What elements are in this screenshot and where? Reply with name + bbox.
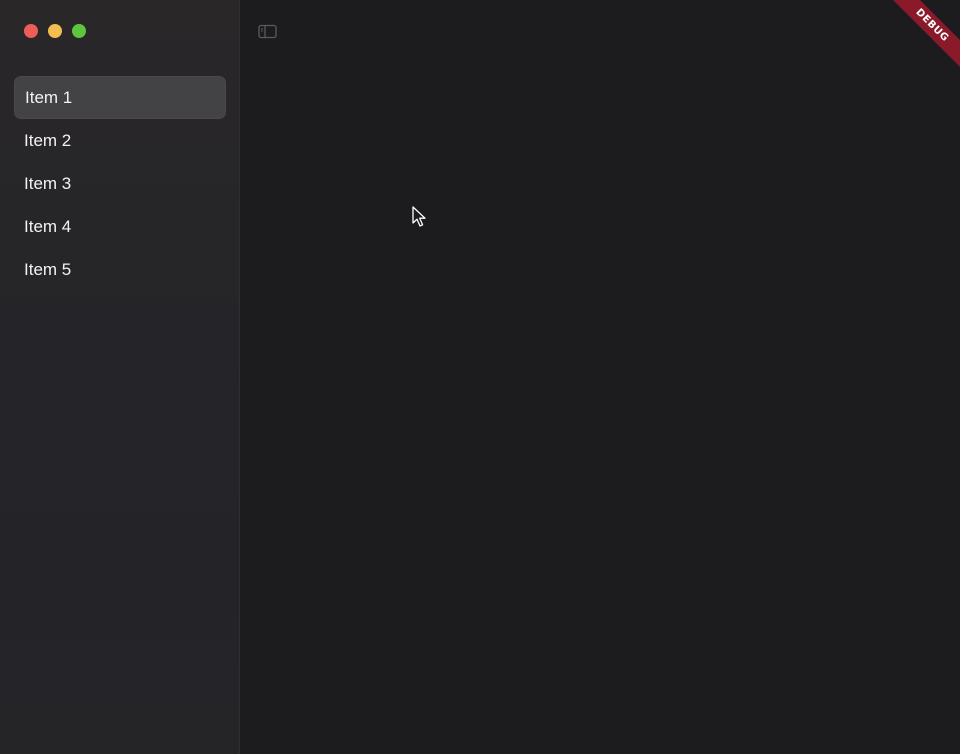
sidebar-item-label: Item 1 [25, 87, 73, 107]
debug-banner: DEBUG [890, 0, 960, 70]
sidebar-item-label: Item 2 [24, 130, 72, 150]
mouse-cursor-icon [412, 206, 426, 227]
sidebar-toggle-icon [258, 24, 277, 39]
minimize-window-button[interactable] [48, 24, 62, 38]
sidebar-item-label: Item 4 [24, 216, 72, 236]
window-controls [24, 24, 86, 38]
sidebar: Item 1 Item 2 Item 3 Item 4 Item 5 [0, 0, 240, 754]
sidebar-item-1[interactable]: Item 1 [14, 76, 226, 119]
sidebar-list: Item 1 Item 2 Item 3 Item 4 Item 5 [14, 76, 226, 291]
zoom-window-button[interactable] [72, 24, 86, 38]
content-area [240, 0, 960, 754]
sidebar-toggle-button[interactable] [258, 24, 277, 39]
sidebar-item-4[interactable]: Item 4 [14, 205, 226, 248]
close-window-button[interactable] [24, 24, 38, 38]
sidebar-item-5[interactable]: Item 5 [14, 248, 226, 291]
debug-banner-label: DEBUG [890, 0, 960, 70]
sidebar-item-label: Item 5 [24, 259, 72, 279]
sidebar-item-2[interactable]: Item 2 [14, 119, 226, 162]
sidebar-item-3[interactable]: Item 3 [14, 162, 226, 205]
sidebar-item-label: Item 3 [24, 173, 72, 193]
app-window: Item 1 Item 2 Item 3 Item 4 Item 5 DEBUG [0, 0, 960, 754]
